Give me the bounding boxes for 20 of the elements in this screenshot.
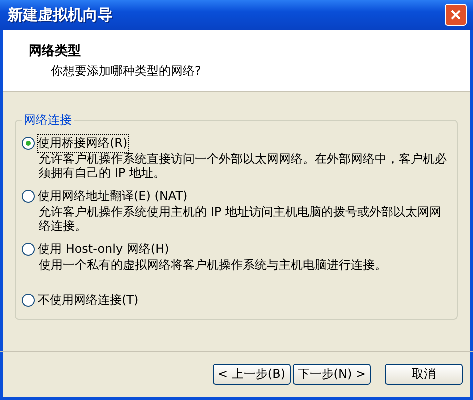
page-title: 网络类型 xyxy=(29,43,82,60)
close-button[interactable] xyxy=(445,4,467,26)
radio-option[interactable]: 使用 Host-only 网络(H) xyxy=(22,241,449,258)
option-description: 允许客户机操作系统直接访问一个外部以太网网络。在外部网络中，客户机必须拥有自己的 IP 地址。 xyxy=(38,152,448,180)
next-button[interactable]: 下一步(N) > xyxy=(292,364,371,385)
radio-icon[interactable] xyxy=(22,243,35,256)
back-button[interactable]: < 上一步(B) xyxy=(212,364,291,385)
option-description: 允许客户机操作系统使用主机的 IP 地址访问主机电脑的拨号或外部以太网网络连接。 xyxy=(38,205,442,233)
window-title: 新建虚拟机向导 xyxy=(8,6,113,24)
radio-option[interactable]: 使用网络地址翻译(E) (NAT) xyxy=(22,188,449,205)
radio-icon[interactable] xyxy=(22,190,35,203)
option-description: 使用一个私有的虚拟网络将客户机操作系统与主机电脑进行连接。 xyxy=(38,258,388,272)
cancel-button[interactable]: 取消 xyxy=(385,364,463,385)
radio-icon[interactable] xyxy=(22,137,35,150)
radio-icon[interactable] xyxy=(22,294,35,307)
page-subtitle: 你想要添加哪种类型的网络? xyxy=(50,63,202,80)
radio-option[interactable]: 不使用网络连接(T) xyxy=(22,292,449,309)
group-title: 网络连接 xyxy=(23,112,73,129)
radio-option[interactable]: 使用桥接网络(R) xyxy=(22,135,449,152)
close-icon xyxy=(450,9,462,21)
